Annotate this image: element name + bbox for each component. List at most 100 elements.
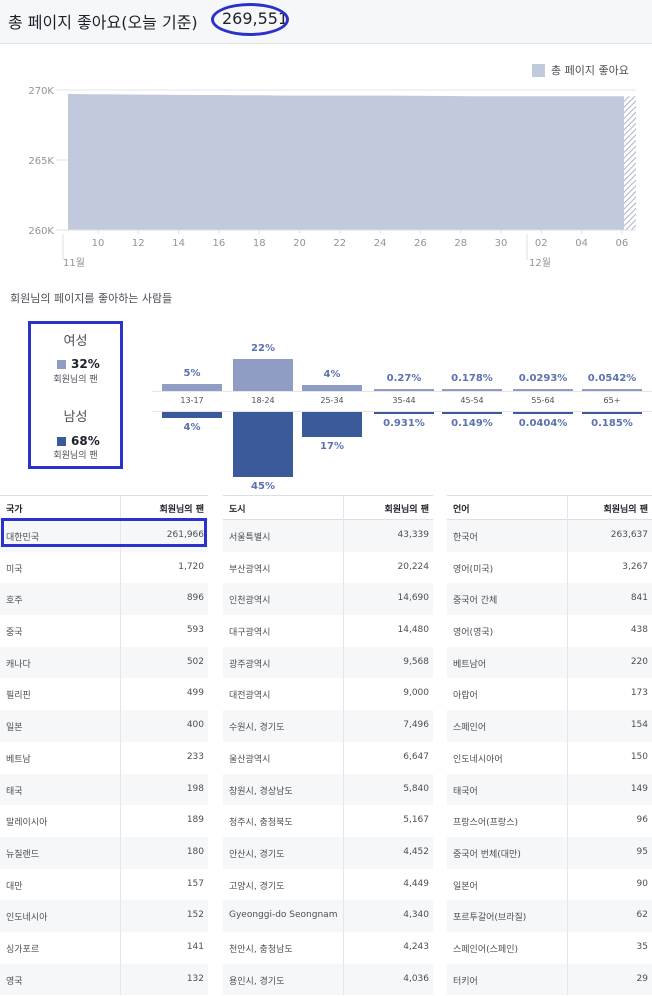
city-fans-cell: 9,568 (403, 656, 429, 667)
city-fans-cell: 43,339 (397, 530, 430, 540)
table-row: 미국 1,720 (0, 552, 208, 584)
language-fans-cell: 154 (630, 720, 648, 731)
male-age-pct-label: 45% (251, 481, 275, 493)
table-row: 베트남 233 (0, 742, 208, 774)
male-age-pct-label: 17% (320, 440, 344, 452)
x-tick-label: 16 (213, 238, 226, 249)
female-age-bar[interactable] (582, 389, 642, 391)
female-age-pct-label: 0.27% (386, 373, 422, 384)
city-table-header: 도시 회원님의 팬 (223, 495, 433, 521)
city-name-cell: 서울특별시 (229, 533, 271, 543)
male-age-bar[interactable] (442, 412, 502, 414)
country-fans-cell: 499 (186, 688, 204, 699)
male-age-pct-label: 0.0404% (518, 418, 568, 429)
table-row: 창원시, 경상남도 5,840 (223, 773, 433, 806)
male-age-bar[interactable] (162, 412, 222, 418)
female-age-pct-label: 0.0293% (518, 373, 568, 384)
male-age-pct-label: 4% (183, 421, 201, 433)
column-divider (567, 520, 568, 996)
city-name-cell: 창원시, 경상남도 (229, 786, 293, 797)
country-fans-cell: 152 (186, 910, 204, 921)
country-table: 국가 회원님의 팬 대한민국 261,966 미국 1,720 호주 896 중국 593 캐나다 5… (0, 495, 208, 996)
x-tick-label: 18 (253, 238, 266, 249)
female-age-pct-label: 0.0542% (587, 373, 637, 384)
male-age-bar[interactable] (582, 412, 642, 414)
table-row: 베트남어 220 (447, 646, 652, 679)
male-age-pct-label: 0.185% (591, 418, 633, 429)
x-tick-label: 28 (454, 238, 467, 249)
x-tick-label: 02 (535, 238, 548, 249)
language-fans-cell: 62 (636, 910, 648, 921)
table-row: 필리핀 499 (0, 678, 208, 710)
country-name-cell: 인도네시아 (6, 913, 48, 924)
language-fans-cell: 263,637 (610, 530, 648, 540)
table-row: 태국어 149 (447, 773, 652, 806)
language-name-cell: 터키어 (453, 976, 478, 987)
language-name-cell: 인도네시아어 (453, 754, 503, 765)
country-fans-cell: 141 (186, 941, 204, 952)
table-row: 중국 593 (0, 615, 208, 647)
female-age-bar[interactable] (233, 359, 293, 391)
country-name-cell: 대만 (6, 881, 23, 892)
language-name-cell: 베트남어 (453, 659, 487, 670)
city-name-cell: 부산광역시 (229, 564, 271, 575)
table-row: 중국어 번체(대만) 95 (447, 836, 652, 869)
female-swatch (57, 359, 66, 369)
country-name-cell: 싱가포르 (6, 944, 40, 955)
age-group-label: 25-34 (320, 396, 344, 405)
female-age-bar[interactable] (302, 385, 362, 391)
age-group-label: 35-44 (392, 396, 416, 405)
language-fans-cell: 220 (630, 656, 648, 667)
language-column-header[interactable]: 언어 (453, 502, 470, 515)
table-row: 울산광역시 6,647 (223, 742, 433, 774)
table-row: 말레이시아 189 (0, 805, 208, 837)
female-age-bar[interactable] (513, 389, 573, 391)
male-pct: 68% (57, 434, 100, 448)
language-fans-cell: 841 (630, 593, 648, 604)
city-fans-column-header[interactable]: 회원님의 팬 (384, 502, 429, 515)
male-age-bar[interactable] (513, 412, 573, 414)
legend-swatch (532, 63, 545, 77)
age-group-label: 18-24 (251, 396, 275, 405)
language-name-cell: 영어(미국) (453, 564, 494, 575)
x-tick-label: 12 (132, 238, 145, 249)
city-column-header[interactable]: 도시 (229, 502, 246, 515)
female-pct-value: 32% (71, 357, 100, 371)
table-row: 중국어 간체 841 (447, 583, 652, 616)
female-age-bar[interactable] (442, 389, 502, 391)
male-age-bar[interactable] (302, 412, 362, 437)
male-age-bar[interactable] (233, 412, 293, 478)
male-swatch (57, 436, 66, 446)
city-name-cell: Gyeonggi-do Seongnam (229, 910, 338, 921)
female-pct: 32% (57, 357, 100, 371)
country-fans-column-header[interactable]: 회원님의 팬 (159, 502, 204, 515)
female-age-pct-label: 4% (323, 369, 341, 381)
city-fans-cell: 20,224 (397, 561, 430, 572)
country-name-cell: 필리핀 (6, 691, 31, 702)
male-sub: 회원님의 팬 (53, 451, 98, 461)
legend-label: 총 페이지 좋아요 (551, 64, 629, 77)
city-table-body: 서울특별시 43,339 부산광역시 20,224 인천광역시 14,690 대구광역시 14… (223, 520, 433, 996)
table-row: 뉴질랜드 180 (0, 836, 208, 869)
city-fans-cell: 6,647 (403, 751, 429, 762)
language-fans-column-header[interactable]: 회원님의 팬 (603, 502, 648, 515)
area-chart-svg: 270K 265K 260K 10 12 14 16 18 20 22 24 26 28 30 02 04 06… (28, 86, 636, 269)
language-name-cell: 중국어 번체(대만) (453, 849, 521, 860)
female-age-bar[interactable] (374, 389, 434, 391)
age-group-label: 13-17 (180, 396, 204, 405)
table-row: 대전광역시 9,000 (223, 678, 433, 710)
language-name-cell: 한국어 (453, 533, 478, 543)
country-column-header[interactable]: 국가 (6, 502, 23, 515)
country-fans-cell: 502 (186, 656, 204, 667)
city-fans-cell: 14,480 (397, 625, 430, 636)
city-name-cell: 고양시, 경기도 (229, 881, 285, 892)
table-row: 수원시, 경기도 7,496 (223, 710, 433, 742)
female-age-bar[interactable] (162, 383, 222, 391)
male-age-bar[interactable] (374, 412, 434, 414)
table-row: 영어(영국) 438 (447, 615, 652, 647)
table-row: 인도네시아 152 (0, 900, 208, 932)
country-fans-cell: 896 (186, 593, 204, 604)
chart-legend[interactable]: 총 페이지 좋아요 (532, 62, 629, 78)
language-table-header: 언어 회원님의 팬 (447, 495, 652, 521)
language-fans-cell: 173 (630, 688, 648, 699)
